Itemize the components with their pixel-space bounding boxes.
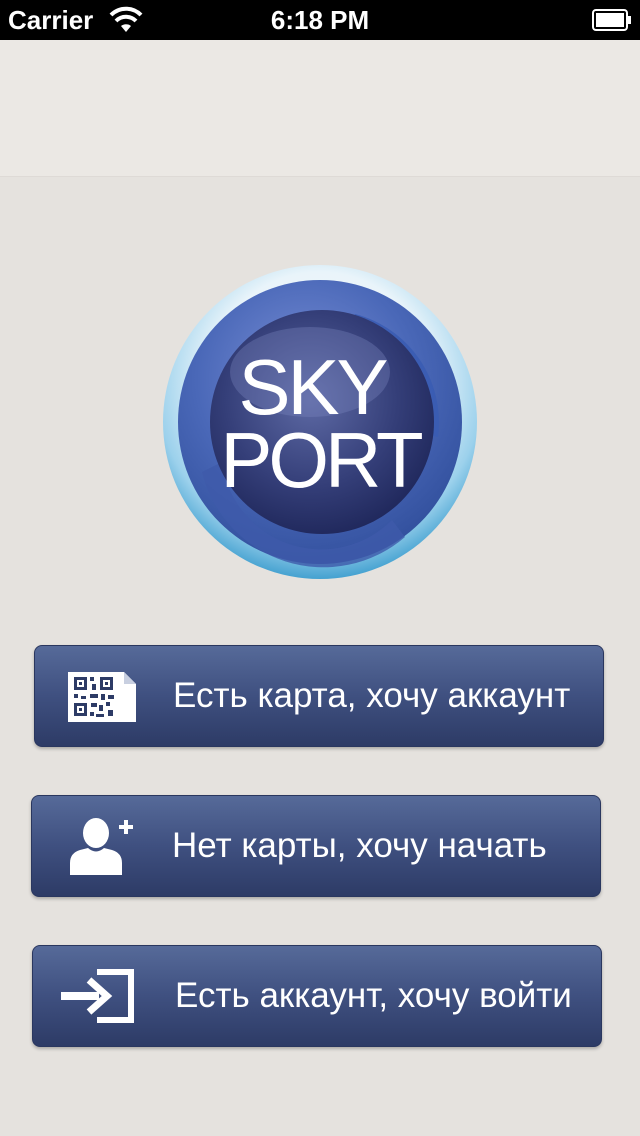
have-card-want-account-button[interactable]: Есть карта, хочу аккаунт — [34, 645, 604, 747]
no-card-want-start-button[interactable]: Нет карты, хочу начать — [31, 795, 601, 897]
logo-text-port: PORT — [220, 416, 422, 504]
status-bar: Carrier 6:18 PM — [0, 0, 640, 40]
have-account-want-login-label: Есть аккаунт, хочу войти — [175, 976, 572, 1015]
qr-card-icon — [68, 672, 136, 722]
battery-icon — [592, 9, 631, 31]
add-user-icon — [70, 818, 133, 875]
time-label: 6:18 PM — [270, 5, 370, 35]
have-card-want-account-label: Есть карта, хочу аккаунт — [173, 676, 571, 715]
sign-in-icon — [61, 969, 134, 1023]
no-card-want-start-label: Нет карты, хочу начать — [172, 826, 547, 865]
navigation-bar — [0, 40, 640, 177]
skyport-logo: SKY PORT — [163, 265, 477, 579]
have-account-want-login-button[interactable]: Есть аккаунт, хочу войти — [32, 945, 602, 1047]
